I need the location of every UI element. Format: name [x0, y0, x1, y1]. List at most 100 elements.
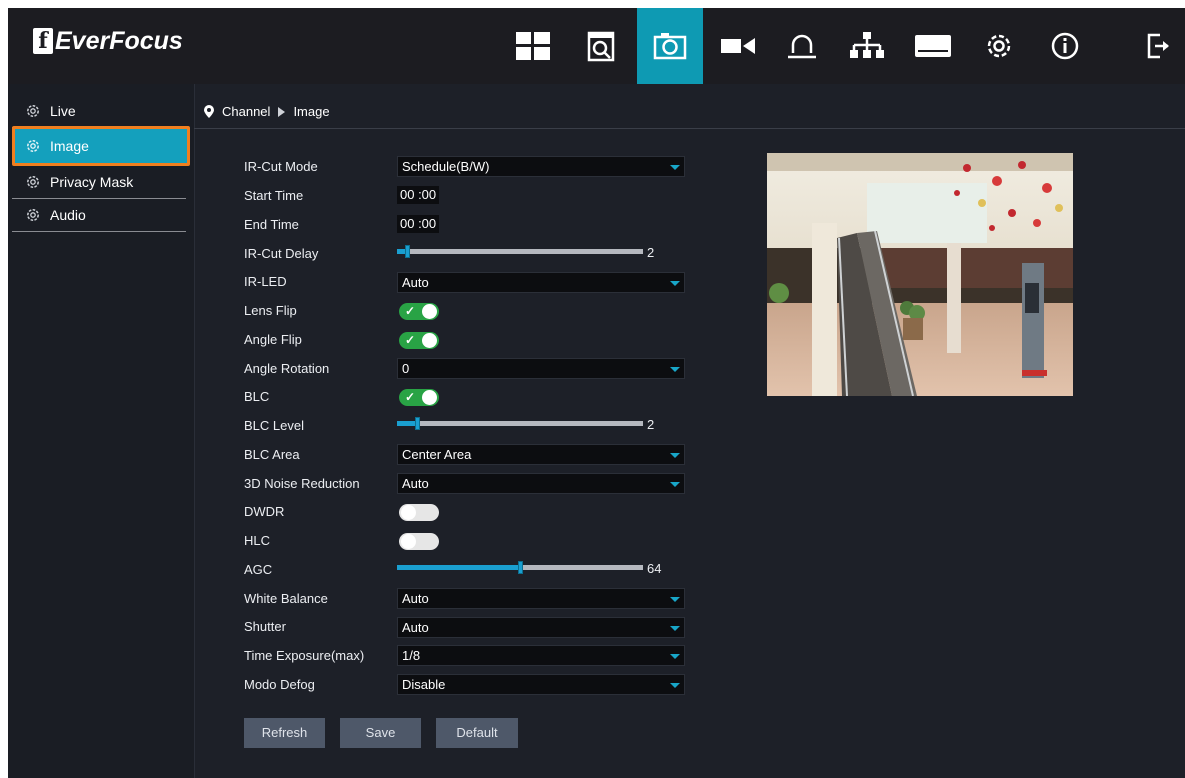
- info-icon[interactable]: [1032, 8, 1098, 84]
- hlc-toggle[interactable]: [399, 533, 439, 550]
- logout-icon[interactable]: [1131, 8, 1185, 84]
- sidebar-item-privacy-mask[interactable]: Privacy Mask: [12, 166, 186, 199]
- dropdown-caret-icon: [670, 367, 680, 372]
- label-angle-flip: Angle Flip: [244, 332, 302, 347]
- sidebar-item-label: Audio: [50, 207, 86, 223]
- checkmark-icon: ✓: [405, 333, 416, 347]
- white-balance-select[interactable]: Auto: [397, 588, 685, 609]
- label-blc: BLC: [244, 389, 270, 404]
- label-white-balance: White Balance: [244, 591, 328, 606]
- ir-cut-delay-slider[interactable]: [397, 245, 643, 258]
- toggle-knob: [401, 505, 416, 520]
- label-blc-level: BLC Level: [244, 418, 304, 433]
- angle-rotation-select[interactable]: 0: [397, 358, 685, 379]
- logo-mark-icon: f: [33, 28, 53, 54]
- breadcrumb: Channel Image: [194, 95, 1185, 129]
- slider-thumb[interactable]: [518, 561, 523, 574]
- label-ir-led: IR-LED: [244, 274, 287, 289]
- nvr-app: f EverFocus Live Image Privacy Mask Audi…: [8, 8, 1185, 778]
- label-dwdr: DWDR: [244, 504, 285, 519]
- dropdown-caret-icon: [670, 482, 680, 487]
- slider-thumb[interactable]: [415, 417, 420, 430]
- save-button[interactable]: Save: [340, 718, 421, 748]
- network-icon[interactable]: [834, 8, 900, 84]
- agc-slider[interactable]: [397, 561, 643, 574]
- select-value: Auto: [402, 591, 429, 606]
- blc-area-select[interactable]: Center Area: [397, 444, 685, 465]
- ir-cut-mode-select[interactable]: Schedule(B/W): [397, 156, 685, 177]
- checkmark-icon: ✓: [405, 390, 416, 404]
- dropdown-caret-icon: [670, 654, 680, 659]
- label-angle-rotation: Angle Rotation: [244, 361, 330, 376]
- gear-icon: [27, 209, 39, 221]
- time-exposure-select[interactable]: 1/8: [397, 645, 685, 666]
- select-value: 0: [402, 361, 410, 376]
- label-blc-area: BLC Area: [244, 447, 300, 462]
- label-ir-cut-mode: IR-Cut Mode: [244, 159, 318, 174]
- label-lens-flip: Lens Flip: [244, 303, 297, 318]
- alarm-icon[interactable]: [769, 8, 835, 84]
- noise-reduction-select[interactable]: Auto: [397, 473, 685, 494]
- slider-thumb[interactable]: [405, 245, 410, 258]
- breadcrumb-image: Image: [293, 104, 330, 119]
- settings-gear-icon[interactable]: [966, 8, 1032, 84]
- sidebar-item-live[interactable]: Live: [12, 95, 186, 128]
- label-modo-defog: Modo Defog: [244, 677, 315, 692]
- sidebar-item-audio[interactable]: Audio: [12, 199, 186, 232]
- dropdown-caret-icon: [670, 453, 680, 458]
- toggle-knob: [422, 304, 437, 319]
- breadcrumb-channel[interactable]: Channel: [222, 104, 270, 119]
- checkmark-icon: ✓: [405, 304, 416, 318]
- select-value: Auto: [402, 476, 429, 491]
- label-end-time: End Time: [244, 217, 299, 232]
- blc-toggle[interactable]: ✓: [399, 389, 439, 406]
- blc-level-value: 2: [647, 417, 655, 432]
- slider-fill: [397, 421, 417, 426]
- end-time-input[interactable]: 00 :00: [397, 215, 440, 233]
- angle-flip-toggle[interactable]: ✓: [399, 332, 439, 349]
- storage-icon[interactable]: [900, 8, 966, 84]
- dropdown-caret-icon: [670, 165, 680, 170]
- sidebar-item-label: Image: [50, 138, 89, 154]
- everfocus-logo: f EverFocus: [33, 25, 183, 57]
- start-time-input[interactable]: 00 :00: [397, 186, 440, 204]
- blc-level-slider[interactable]: [397, 417, 643, 430]
- shutter-select[interactable]: Auto: [397, 617, 685, 638]
- ir-cut-delay-value: 2: [647, 245, 655, 260]
- toggle-knob: [422, 390, 437, 405]
- toggle-knob: [422, 333, 437, 348]
- chevron-right-icon: [278, 106, 286, 117]
- gear-icon: [27, 105, 39, 117]
- image-settings-icon[interactable]: [637, 8, 703, 84]
- ir-led-select[interactable]: Auto: [397, 272, 685, 293]
- default-button[interactable]: Default: [436, 718, 518, 748]
- select-value: Auto: [402, 275, 429, 290]
- dropdown-caret-icon: [670, 597, 680, 602]
- refresh-button[interactable]: Refresh: [244, 718, 325, 748]
- label-ir-cut-delay: IR-Cut Delay: [244, 246, 319, 261]
- toggle-knob: [401, 534, 416, 549]
- label-time-exposure: Time Exposure(max): [244, 648, 365, 663]
- label-hlc: HLC: [244, 533, 271, 548]
- camera-preview: [767, 153, 1073, 396]
- location-pin-icon: [204, 105, 214, 118]
- label-shutter: Shutter: [244, 619, 286, 634]
- agc-value: 64: [647, 561, 662, 576]
- camera-record-icon[interactable]: [705, 8, 771, 84]
- select-value: Auto: [402, 620, 429, 635]
- select-value: Center Area: [402, 447, 472, 462]
- dashboard-icon[interactable]: [500, 8, 566, 84]
- dwdr-toggle[interactable]: [399, 504, 439, 521]
- dropdown-caret-icon: [670, 683, 680, 688]
- gear-icon: [27, 176, 39, 188]
- sidebar-item-label: Live: [50, 103, 76, 119]
- lens-flip-toggle[interactable]: ✓: [399, 303, 439, 320]
- dropdown-caret-icon: [670, 281, 680, 286]
- slider-fill: [397, 565, 520, 570]
- camera-preview-image: [767, 153, 1073, 396]
- logo-text: EverFocus: [55, 26, 183, 55]
- sidebar-item-image[interactable]: Image: [12, 126, 190, 166]
- gear-icon: [27, 140, 39, 152]
- playback-icon[interactable]: [568, 8, 634, 84]
- modo-defog-select[interactable]: Disable: [397, 674, 685, 695]
